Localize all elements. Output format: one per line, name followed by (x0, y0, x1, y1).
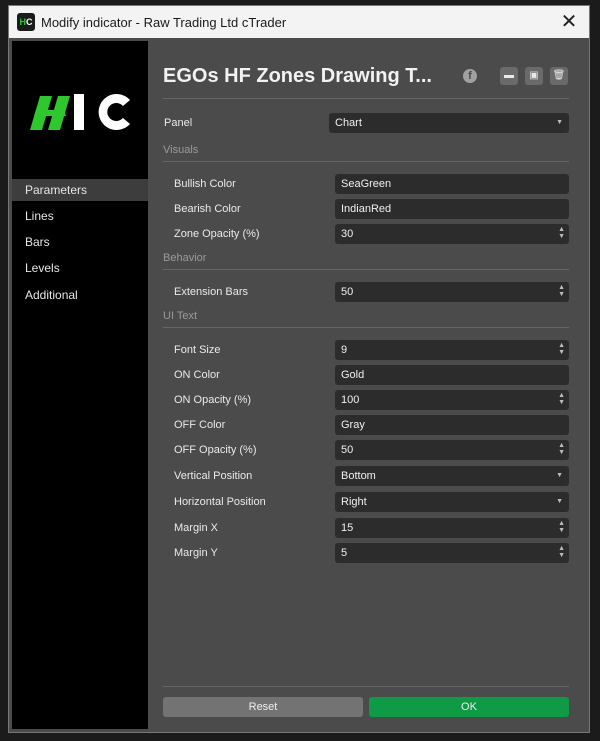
sidebar: Parameters Lines Bars Levels Additional (12, 41, 148, 729)
off-opacity-field-value: 50 (341, 444, 354, 456)
off-color-field[interactable]: Gray (335, 415, 569, 435)
panel-label: Panel (164, 117, 193, 129)
panel-select[interactable]: Chart ▼ (329, 113, 569, 133)
chevron-down-icon: ▼ (556, 472, 563, 479)
zone-opacity-field-value: 30 (341, 228, 354, 240)
on-opacity-field[interactable]: 100 ▲ ▼ (335, 390, 569, 410)
sidebar-item-additional[interactable]: Additional (12, 284, 148, 306)
bearish-color-field-value: IndianRed (341, 203, 392, 215)
bearish-color-field[interactable]: IndianRed (335, 199, 569, 219)
ok-button[interactable]: OK (369, 697, 569, 717)
vertical-position-field-value: Bottom (341, 470, 376, 482)
margin-x-field[interactable]: 15 ▲ ▼ (335, 518, 569, 538)
spinner-arrows-icon[interactable]: ▲ ▼ (558, 226, 565, 240)
off-color-field-value: Gray (341, 419, 365, 431)
font-size-field-value: 9 (341, 344, 348, 356)
divider (163, 98, 569, 99)
chevron-down-icon: ▼ (556, 498, 563, 505)
horizontal-position-field[interactable]: Right ▼ (335, 492, 569, 512)
spinner-arrows-icon[interactable]: ▲ ▼ (558, 392, 565, 406)
margin-x-label: Margin X (174, 522, 219, 534)
sidebar-item-bars[interactable]: Bars (12, 231, 148, 253)
modify-indicator-dialog: HC Modify indicator - Raw Trading Ltd cT… (8, 5, 590, 733)
close-icon[interactable]: ✕ (555, 8, 583, 36)
on-opacity-label: ON Opacity (%) (174, 394, 252, 406)
panel-select-value: Chart (335, 117, 362, 129)
bullish-color-field[interactable]: SeaGreen (335, 174, 569, 194)
chevron-down-icon: ▼ (556, 119, 563, 126)
section-title-behavior: Behavior (163, 252, 207, 264)
facebook-icon[interactable]: f (463, 69, 477, 83)
font-size-label: Font Size (174, 344, 221, 356)
bullish-color-label: Bullish Color (174, 178, 236, 190)
zone-opacity-label: Zone Opacity (%) (174, 228, 260, 240)
indicator-title: EGOs HF Zones Drawing T... (163, 65, 432, 87)
ctrader-app-icon: HC (17, 13, 35, 31)
spinner-arrows-icon[interactable]: ▲ ▼ (558, 442, 565, 456)
section-title-ui-text: UI Text (163, 310, 198, 322)
extension-bars-field-value: 50 (341, 286, 354, 298)
margin-y-field-value: 5 (341, 547, 348, 559)
margin-y-label: Margin Y (174, 547, 218, 559)
sidebar-item-levels[interactable]: Levels (12, 257, 148, 279)
delete-icon[interactable]: 🗑 (550, 67, 568, 85)
open-icon[interactable]: ▬ (500, 67, 518, 85)
section-divider (163, 269, 569, 270)
extension-bars-label: Extension Bars (174, 286, 248, 298)
bullish-color-field-value: SeaGreen (341, 178, 392, 190)
off-opacity-field[interactable]: 50 ▲ ▼ (335, 440, 569, 460)
spinner-arrows-icon[interactable]: ▲ ▼ (558, 284, 565, 298)
spinner-arrows-icon[interactable]: ▲ ▼ (558, 342, 565, 356)
on-opacity-field-value: 100 (341, 394, 360, 406)
section-title-visuals: Visuals (163, 144, 199, 156)
sidebar-item-lines[interactable]: Lines (12, 205, 148, 227)
window-title: Modify indicator - Raw Trading Ltd cTrad… (41, 15, 287, 30)
off-opacity-label: OFF Opacity (%) (174, 444, 257, 456)
spinner-arrows-icon[interactable]: ▲ ▼ (558, 520, 565, 534)
on-color-label: ON Color (174, 369, 220, 381)
extension-bars-field[interactable]: 50 ▲ ▼ (335, 282, 569, 302)
off-color-label: OFF Color (174, 419, 226, 431)
section-divider (163, 161, 569, 162)
hc-logo (30, 94, 130, 130)
spinner-arrows-icon[interactable]: ▲ ▼ (558, 545, 565, 559)
section-divider (163, 327, 569, 328)
title-bar[interactable]: HC Modify indicator - Raw Trading Ltd cT… (9, 6, 589, 38)
vertical-position-label: Vertical Position (174, 470, 253, 482)
font-size-field[interactable]: 9 ▲ ▼ (335, 340, 569, 360)
sidebar-item-parameters[interactable]: Parameters (12, 179, 148, 201)
save-icon[interactable]: ▣ (525, 67, 543, 85)
on-color-field-value: Gold (341, 369, 365, 381)
divider (163, 686, 569, 687)
horizontal-position-field-value: Right (341, 496, 367, 508)
bearish-color-label: Bearish Color (174, 203, 241, 215)
reset-button[interactable]: Reset (163, 697, 363, 717)
margin-y-field[interactable]: 5 ▲ ▼ (335, 543, 569, 563)
margin-x-field-value: 15 (341, 522, 354, 534)
vertical-position-field[interactable]: Bottom ▼ (335, 466, 569, 486)
zone-opacity-field[interactable]: 30 ▲ ▼ (335, 224, 569, 244)
horizontal-position-label: Horizontal Position (174, 496, 266, 508)
on-color-field[interactable]: Gold (335, 365, 569, 385)
